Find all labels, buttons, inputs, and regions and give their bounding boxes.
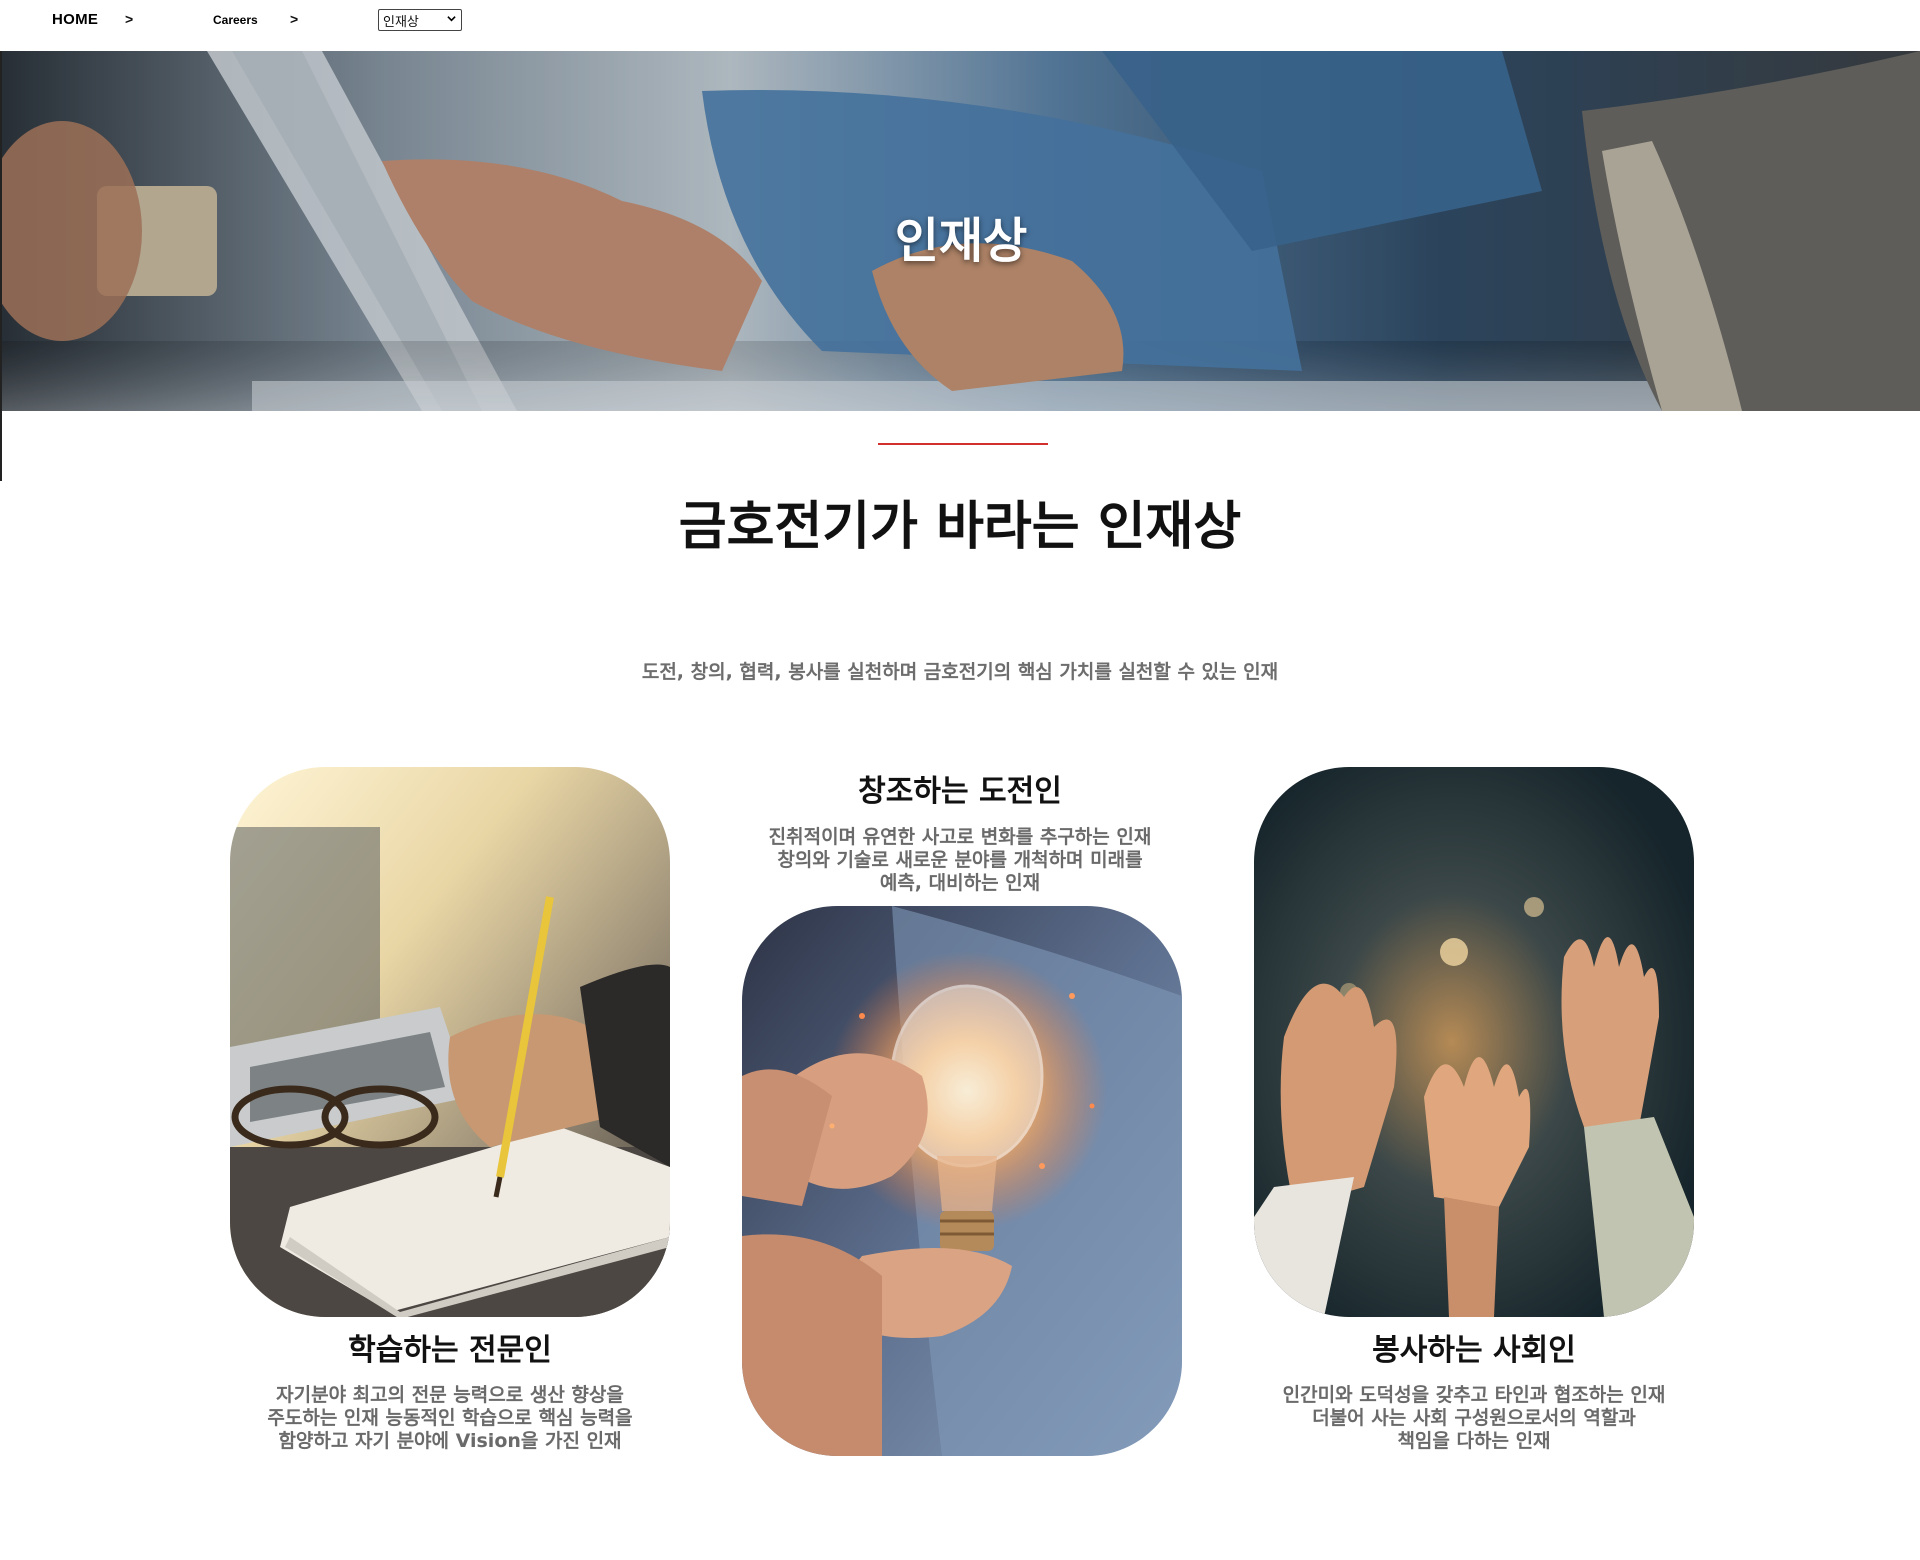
card-desc-line: 자기분야 최고의 전문 능력으로 생산 향상을 (276, 1384, 624, 1406)
page-subtitle: 도전, 창의, 협력, 봉사를 실천하며 금호전기의 핵심 가치를 실천할 수 … (641, 661, 1279, 683)
breadcrumb-separator: > (125, 11, 134, 27)
card-desc-line: 진취적이며 유연한 사고로 변화를 추구하는 인재 (768, 826, 1152, 848)
card-desc-line: 창의와 기술로 새로운 분야를 개척하며 미래를 (777, 849, 1143, 871)
hero-title: 인재상 (894, 213, 1028, 269)
card-desc-learning: 자기분야 최고의 전문 능력으로 생산 향상을 주도하는 인재 능동적인 학습으… (230, 1384, 670, 1453)
card-desc-line: 예측, 대비하는 인재 (879, 872, 1041, 894)
card-image-learning (230, 767, 670, 1317)
chevron-down-icon (447, 16, 456, 22)
hero-banner: 인재상 (2, 51, 1920, 411)
card-desc-line: 책임을 다하는 인재 (1397, 1430, 1551, 1452)
card-title-creative: 창조하는 도전인 (858, 774, 1062, 809)
breadcrumb: HOME > Careers > 인재상 (0, 0, 1920, 50)
card-desc-line: 주도하는 인재 능동적인 학습으로 핵심 능력을 (267, 1407, 633, 1429)
page-select[interactable]: 인재상 (378, 9, 462, 31)
card-desc-line: 함양하고 자기 분야에 Vision을 가진 인재 (278, 1430, 622, 1452)
page-select-value: 인재상 (383, 14, 419, 30)
card-title-learning: 학습하는 전문인 (348, 1333, 552, 1368)
writing-notebook-image (230, 767, 670, 1317)
card-desc-serving: 인간미와 도덕성을 갖추고 타인과 협조하는 인재 더불어 사는 사회 구성원으… (1254, 1384, 1694, 1453)
card-image-serving (1254, 767, 1694, 1317)
card-image-creative (742, 906, 1182, 1456)
breadcrumb-separator: > (290, 11, 299, 27)
raised-hands-image (1254, 767, 1694, 1317)
page-title: 금호전기가 바라는 인재상 (678, 497, 1242, 557)
card-title-serving: 봉사하는 사회인 (1372, 1333, 1576, 1368)
lightbulb-image (742, 906, 1182, 1456)
accent-divider (878, 443, 1048, 445)
breadcrumb-careers-link[interactable]: Careers (213, 13, 258, 27)
card-desc-creative: 진취적이며 유연한 사고로 변화를 추구하는 인재 창의와 기술로 새로운 분야… (740, 826, 1180, 895)
breadcrumb-home-link[interactable]: HOME (52, 11, 98, 28)
card-desc-line: 인간미와 도덕성을 갖추고 타인과 협조하는 인재 (1282, 1384, 1666, 1406)
card-desc-line: 더불어 사는 사회 구성원으로서의 역할과 (1312, 1407, 1636, 1429)
